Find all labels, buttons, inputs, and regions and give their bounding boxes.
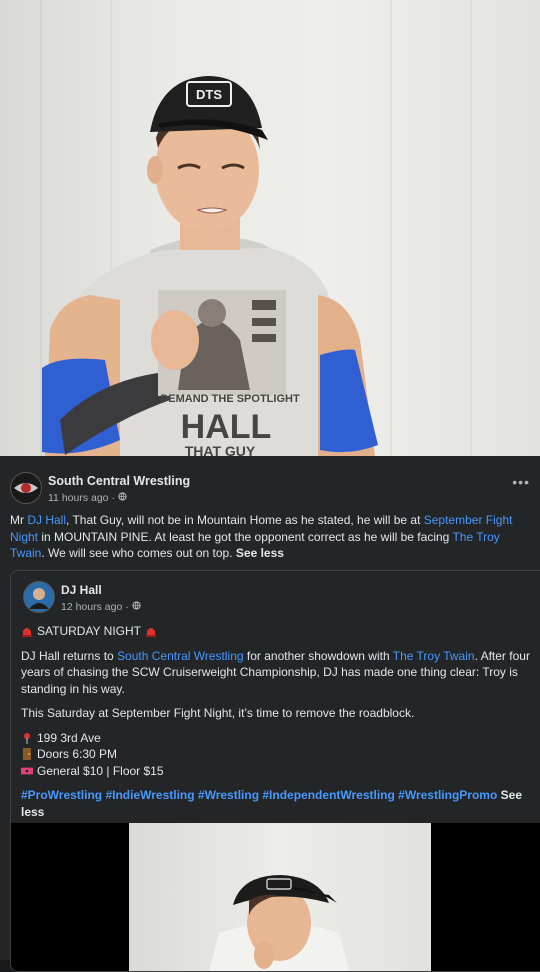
tickets-text: General $10 | Floor $15 — [37, 763, 164, 778]
siren-icon — [22, 628, 32, 638]
doors-text: Doors 6:30 PM — [37, 747, 118, 761]
thumbnail-image — [209, 875, 349, 971]
intro-paragraph: DJ Hall returns to South Central Wrestli… — [21, 648, 531, 698]
shared-avatar[interactable] — [23, 581, 55, 613]
shirt-text-line2: HALL — [181, 408, 272, 446]
video-frame[interactable]: DEMAND THE SPOTLIGHT HALL THAT GUY DTS — [0, 0, 540, 456]
shared-post-body: SATURDAY NIGHT DJ Hall returns to South … — [21, 623, 531, 828]
siren-icon — [146, 628, 157, 638]
facebook-post: South Central Wrestling 11 hours ago · •… — [0, 456, 540, 972]
headline-text: SATURDAY NIGHT — [37, 624, 142, 638]
tickets-line: General $10 | Floor $15 — [21, 763, 531, 780]
paragraph-2: This Saturday at September Fight Night, … — [21, 706, 415, 720]
scw-logo-icon — [12, 474, 40, 502]
post-text: Mr DJ Hall, That Guy, will not be in Mou… — [10, 512, 530, 562]
pin-icon — [24, 732, 30, 744]
post-text-segment: Mr — [10, 513, 28, 527]
mention-troy-twain[interactable]: The Troy Twain — [393, 649, 475, 663]
intro-text: DJ Hall returns to — [21, 648, 118, 663]
wrestler-image: DEMAND THE SPOTLIGHT HALL THAT GUY DTS — [42, 76, 378, 456]
hashtag-line: #ProWrestling #IndieWrestling #Wrestling… — [21, 787, 531, 820]
shared-author-name[interactable]: DJ Hall — [61, 583, 102, 597]
cap-logo-text: DTS — [196, 87, 222, 102]
post-time[interactable]: 11 hours ago — [48, 492, 109, 504]
post-text-segment: . We will see who comes out on top. — [41, 546, 236, 560]
post-text-segment: , That Guy, will not be in Mountain Home… — [66, 513, 424, 527]
intro-text: for another showdown with — [243, 648, 393, 663]
shirt-text-line1: DEMAND THE SPOTLIGHT — [160, 393, 300, 405]
video-thumbnail — [129, 823, 431, 971]
hashtags-link[interactable]: #ProWrestling #IndieWrestling #Wrestling… — [21, 788, 497, 802]
post-header: South Central Wrestling 11 hours ago · •… — [10, 470, 530, 508]
headline-line: SATURDAY NIGHT — [21, 623, 531, 640]
page-avatar[interactable] — [10, 472, 42, 504]
more-options-button[interactable]: ••• — [512, 474, 530, 490]
shared-video[interactable] — [11, 823, 540, 971]
dj-hall-avatar-icon — [25, 583, 53, 611]
mention-dj-hall[interactable]: DJ Hall — [27, 513, 66, 527]
shared-post-header: DJ Hall 12 hours ago · — [23, 581, 523, 615]
address-line: 199 3rd Ave — [21, 730, 531, 747]
more-icon: ••• — [512, 474, 530, 490]
door-icon — [23, 748, 31, 761]
see-less-link[interactable]: See less — [236, 546, 284, 560]
shared-time[interactable]: 12 hours ago — [61, 601, 122, 613]
shared-meta: 12 hours ago · — [61, 601, 141, 613]
globe-icon — [132, 601, 141, 610]
globe-icon — [118, 492, 127, 501]
shared-post[interactable]: DJ Hall 12 hours ago · SATURDAY NIGHT DJ… — [10, 570, 540, 972]
page-name[interactable]: South Central Wrestling — [48, 474, 190, 488]
mention-south-central-wrestling[interactable]: South Central Wrestling — [117, 649, 244, 663]
address-text: 199 3rd Ave — [37, 730, 101, 745]
shirt-text-line3: THAT GUY — [185, 443, 256, 456]
ticket-icon — [21, 767, 33, 775]
post-text-segment: in MOUNTAIN PINE. At least he got the op… — [38, 529, 453, 544]
post-meta: 11 hours ago · — [48, 492, 127, 504]
doors-line: Doors 6:30 PM — [21, 746, 531, 763]
